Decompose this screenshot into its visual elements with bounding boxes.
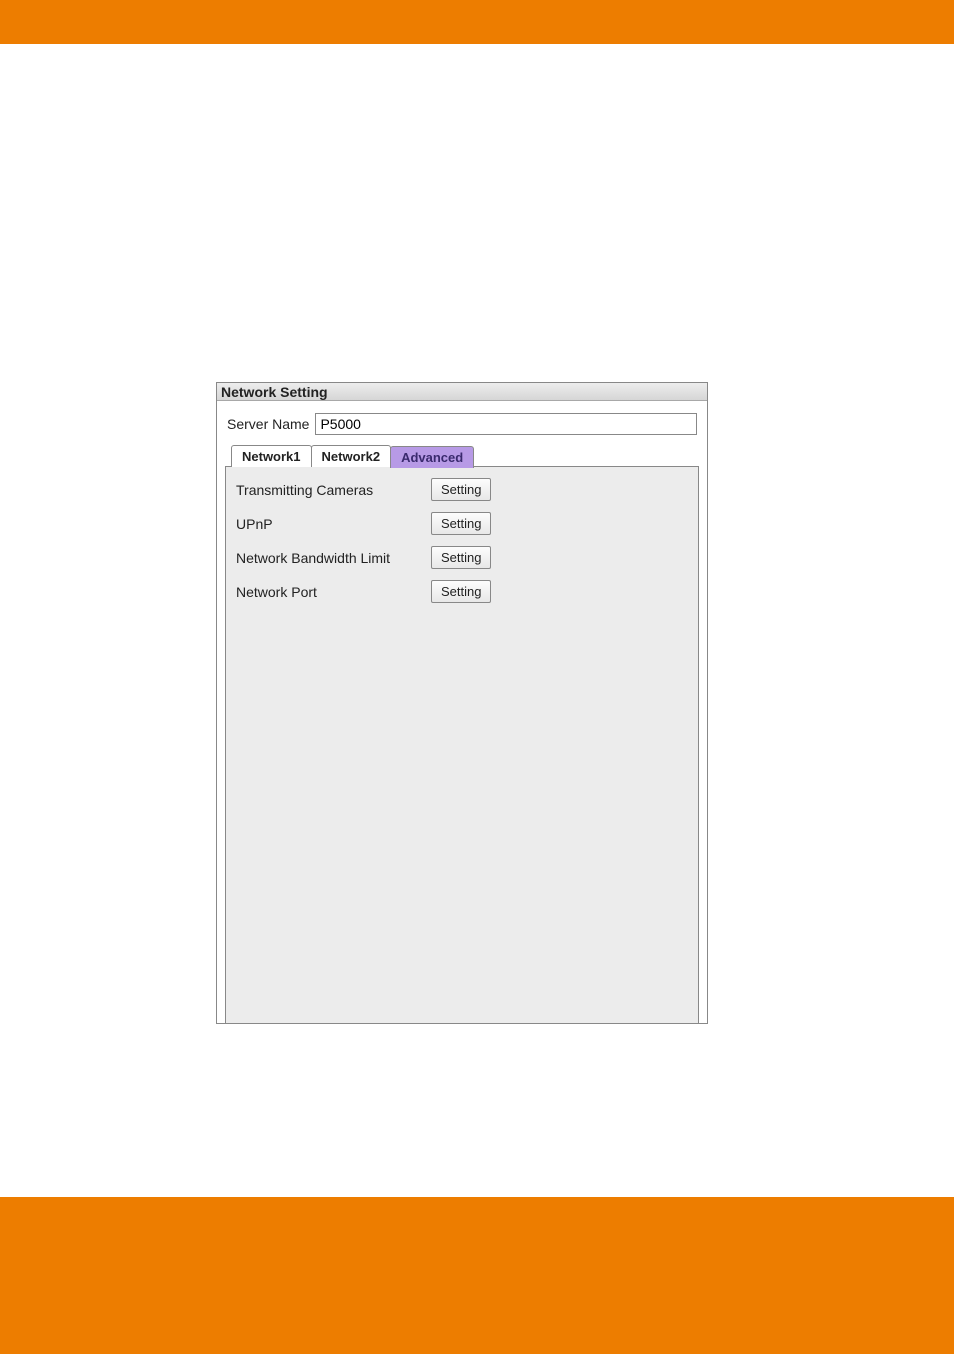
setting-button-network-bandwidth-limit[interactable]: Setting (431, 546, 491, 569)
label-network-bandwidth-limit: Network Bandwidth Limit (236, 550, 431, 566)
tabs-row: Network1 Network2 Advanced (217, 445, 707, 467)
tab-network1[interactable]: Network1 (231, 445, 312, 467)
bottom-accent-bar (0, 1197, 954, 1354)
setting-button-upnp[interactable]: Setting (431, 512, 491, 535)
setting-row-network-bandwidth-limit: Network Bandwidth Limit Setting (236, 546, 688, 569)
label-transmitting-cameras: Transmitting Cameras (236, 482, 431, 498)
window-title: Network Setting (221, 384, 328, 400)
setting-row-transmitting-cameras: Transmitting Cameras Setting (236, 478, 688, 501)
title-bar: Network Setting (217, 383, 707, 401)
server-name-label: Server Name (227, 416, 309, 432)
setting-row-network-port: Network Port Setting (236, 580, 688, 603)
tab-advanced[interactable]: Advanced (390, 446, 474, 468)
setting-row-upnp: UPnP Setting (236, 512, 688, 535)
label-network-port: Network Port (236, 584, 431, 600)
top-accent-bar (0, 0, 954, 44)
tab-content-advanced: Transmitting Cameras Setting UPnP Settin… (225, 466, 699, 1024)
server-name-input[interactable] (315, 413, 697, 435)
setting-button-network-port[interactable]: Setting (431, 580, 491, 603)
server-name-row: Server Name (217, 401, 707, 445)
network-setting-dialog: Network Setting Server Name Network1 Net… (216, 382, 708, 1024)
label-upnp: UPnP (236, 516, 431, 532)
tab-network2[interactable]: Network2 (311, 445, 392, 467)
setting-button-transmitting-cameras[interactable]: Setting (431, 478, 491, 501)
